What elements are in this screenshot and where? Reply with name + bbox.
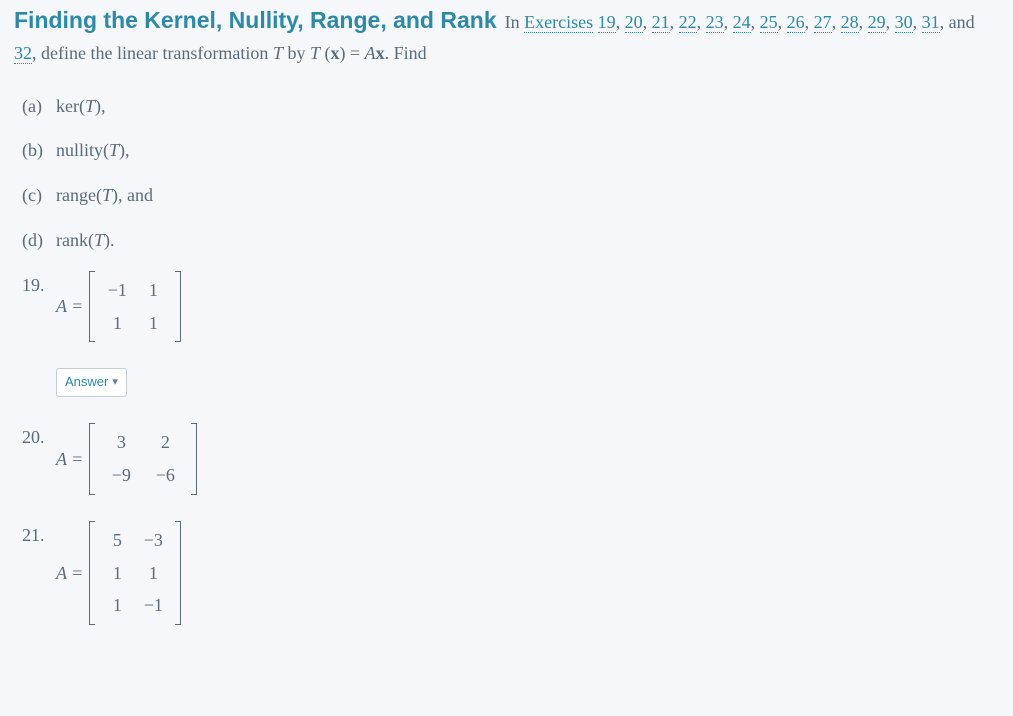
- exercise-link[interactable]: 20: [625, 12, 643, 33]
- matrix-cell: −6: [143, 459, 187, 492]
- bracket-left-icon: [89, 423, 97, 495]
- matrix: 3 2 −9 −6: [89, 423, 197, 495]
- part-tail: ,: [125, 140, 130, 160]
- part-label: (c): [22, 181, 56, 210]
- exercise-link[interactable]: 30: [895, 12, 913, 33]
- bracket-right-icon: [173, 271, 181, 343]
- matrix-equation: A = 3 2 −9 −6: [56, 423, 197, 495]
- part-c: (c) range(T), and: [22, 181, 999, 210]
- parts-list: (a) ker(T), (b) nullity(T), (c) range(T)…: [22, 92, 999, 255]
- exercise-link[interactable]: Exercises: [524, 12, 593, 33]
- matrix-cell: 1: [135, 274, 171, 307]
- matrix-cell: 1: [99, 589, 135, 622]
- part-content: rank(T).: [56, 226, 115, 255]
- math-Tx: T: [310, 43, 320, 63]
- matrix-cell: 5: [99, 524, 135, 557]
- part-content: range(T), and: [56, 181, 153, 210]
- matrix-cell: −1: [99, 274, 135, 307]
- op-arg: T: [102, 185, 112, 205]
- problems-list: 19. A = −1 1 1 1: [22, 271, 999, 625]
- problem-number: 21.: [22, 521, 56, 550]
- exercise-link[interactable]: 22: [679, 12, 697, 33]
- equation-lhs: A =: [56, 445, 83, 474]
- op-name: range: [56, 185, 96, 205]
- op-name: rank: [56, 230, 88, 250]
- matrix: 5 −3 1 1 1 −1: [89, 521, 181, 625]
- exercise-link[interactable]: 32: [14, 43, 32, 64]
- answer-button[interactable]: Answer ▾: [56, 368, 127, 397]
- section-title: Finding the Kernel, Nullity, Range, and …: [14, 7, 497, 33]
- matrix-cell: −1: [135, 589, 171, 622]
- matrix-cell: 1: [99, 307, 135, 340]
- page: Finding the Kernel, Nullity, Range, and …: [0, 0, 1013, 649]
- math-T: T: [273, 43, 283, 63]
- part-a: (a) ker(T),: [22, 92, 999, 121]
- exercise-link[interactable]: 27: [814, 12, 832, 33]
- op-arg: T: [94, 230, 104, 250]
- op-arg: T: [109, 140, 119, 160]
- matrix-cell: 1: [135, 557, 171, 590]
- equation-lhs: A =: [56, 292, 83, 321]
- exercise-link[interactable]: 23: [706, 12, 724, 33]
- part-b: (b) nullity(T),: [22, 136, 999, 165]
- bracket-right-icon: [189, 423, 197, 495]
- op-name: ker: [56, 96, 79, 116]
- part-tail: , and: [118, 185, 153, 205]
- matrix: −1 1 1 1: [89, 271, 181, 343]
- intro-text: , define the linear transformation: [32, 43, 273, 63]
- part-label: (a): [22, 92, 56, 121]
- problem-19: 19. A = −1 1 1 1: [22, 271, 999, 397]
- problem-number: 19.: [22, 271, 56, 300]
- part-content: ker(T),: [56, 92, 106, 121]
- exercise-link[interactable]: 19: [598, 12, 616, 33]
- part-tail: ,: [101, 96, 106, 116]
- matrix-cell: −9: [99, 459, 143, 492]
- part-tail: .: [110, 230, 115, 250]
- op-name: nullity: [56, 140, 103, 160]
- matrix-cell: −3: [135, 524, 171, 557]
- part-d: (d) rank(T).: [22, 226, 999, 255]
- exercise-link[interactable]: 25: [760, 12, 778, 33]
- section-heading: Finding the Kernel, Nullity, Range, and …: [14, 0, 999, 68]
- part-label: (b): [22, 136, 56, 165]
- exercise-link[interactable]: 31: [922, 12, 940, 33]
- matrix-cell: 2: [143, 426, 187, 459]
- problem-21: 21. A = 5 −3 1 1: [22, 521, 999, 625]
- equation-lhs: A =: [56, 559, 83, 588]
- intro-tail: . Find: [385, 43, 427, 63]
- matrix-cell: 3: [99, 426, 143, 459]
- exercise-link[interactable]: 29: [868, 12, 886, 33]
- part-label: (d): [22, 226, 56, 255]
- exercise-link[interactable]: 28: [841, 12, 859, 33]
- part-content: nullity(T),: [56, 136, 130, 165]
- matrix-cell: 1: [99, 557, 135, 590]
- matrix-equation: A = −1 1 1 1: [56, 271, 181, 343]
- op-arg: T: [85, 96, 95, 116]
- intro-by: by: [283, 43, 310, 63]
- matrix-cell: 1: [135, 307, 171, 340]
- intro-prefix: In: [505, 12, 525, 32]
- bracket-right-icon: [173, 521, 181, 625]
- matrix-equation: A = 5 −3 1 1: [56, 521, 181, 625]
- exercise-link[interactable]: 24: [733, 12, 751, 33]
- bracket-left-icon: [89, 521, 97, 625]
- bracket-left-icon: [89, 271, 97, 343]
- chevron-down-icon: ▾: [112, 374, 118, 392]
- exercise-link[interactable]: 26: [787, 12, 805, 33]
- answer-label: Answer: [65, 372, 108, 393]
- exercise-link[interactable]: 21: [652, 12, 670, 33]
- problem-20: 20. A = 3 2 −9 −6: [22, 423, 999, 495]
- problem-number: 20.: [22, 423, 56, 452]
